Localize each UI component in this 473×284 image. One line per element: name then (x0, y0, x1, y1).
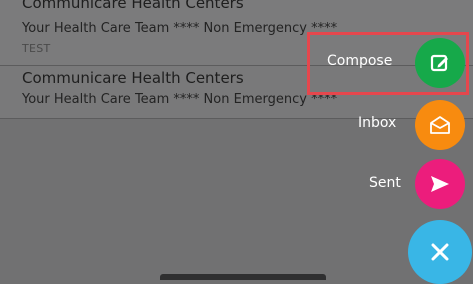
message-subject: Your Health Care Team **** Non Emergency… (22, 21, 338, 36)
envelope-icon (429, 115, 451, 135)
send-icon (430, 175, 450, 193)
inbox-label[interactable]: Inbox (358, 115, 396, 131)
close-icon (430, 242, 450, 262)
inbox-button[interactable] (415, 100, 465, 150)
message-sender: Communicare Health Centers (22, 0, 244, 12)
close-menu-button[interactable] (408, 220, 472, 284)
message-subject: Your Health Care Team **** Non Emergency… (22, 92, 338, 107)
sent-button[interactable] (415, 159, 465, 209)
message-preview: TEST (22, 42, 51, 55)
compose-highlight-box (307, 32, 469, 95)
bottom-bar (160, 274, 326, 280)
app-screen: Communicare Health Centers Your Health C… (0, 0, 473, 284)
message-sender: Communicare Health Centers (22, 69, 244, 87)
sent-label[interactable]: Sent (369, 175, 401, 191)
